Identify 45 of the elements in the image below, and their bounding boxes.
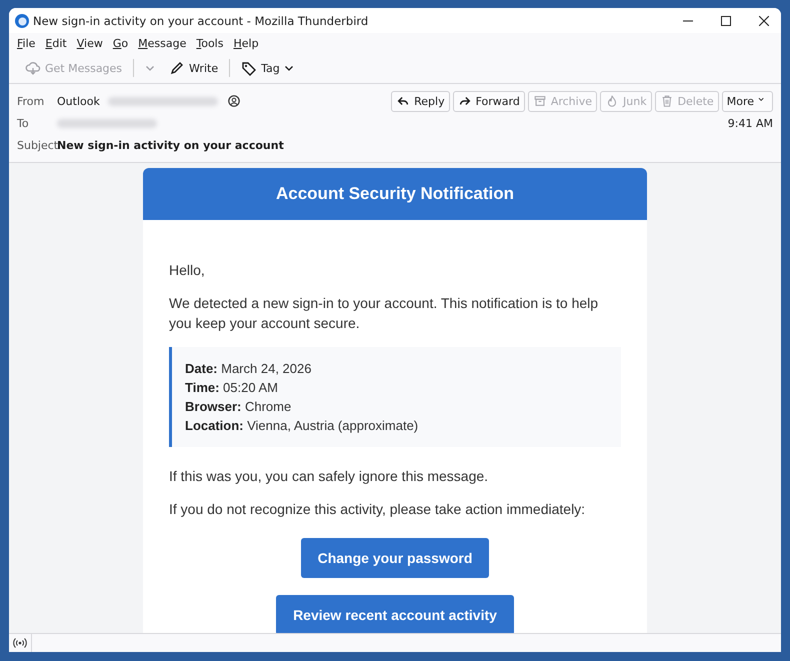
field-label: From xyxy=(17,94,46,108)
reply-icon xyxy=(396,94,410,108)
field-label: Subject xyxy=(17,138,57,152)
pencil-icon xyxy=(169,60,186,76)
menu-item[interactable]: File xyxy=(12,36,40,50)
field-label: To xyxy=(17,116,30,130)
menu-item[interactable]: Help xyxy=(228,36,264,50)
cloud-icon xyxy=(25,60,41,76)
close-icon[interactable] xyxy=(759,16,769,26)
forward-icon xyxy=(458,94,472,108)
detail-line: Time: 05:20 AM xyxy=(185,379,279,397)
menu-item[interactable]: Message xyxy=(133,36,192,50)
archive-icon xyxy=(532,94,547,108)
subject-text: New sign-in activity on your account xyxy=(57,138,284,152)
caret-icon xyxy=(284,63,294,73)
detail-line: Browser: Chrome xyxy=(185,398,292,416)
contact-icon[interactable] xyxy=(228,95,240,107)
action-button[interactable]: Change your password xyxy=(300,538,490,578)
menu-item[interactable]: View xyxy=(72,36,108,50)
maximize-icon[interactable] xyxy=(721,16,731,26)
toolbar-button[interactable]: Tag xyxy=(236,57,299,79)
toolbar-button[interactable]: Write xyxy=(164,57,224,79)
greeting-text: Hello, xyxy=(169,261,206,280)
action-toolbar-button[interactable]: Reply xyxy=(391,90,450,112)
detail-line: Date: March 24, 2026 xyxy=(185,360,312,378)
signal-icon xyxy=(13,637,27,649)
caret-icon xyxy=(145,63,156,73)
intro-paragraph: We detected a new sign-in to your account. This notification is to help you keep your account secure. xyxy=(169,294,600,333)
notice-text: If this was you, you can safely ignore this message. xyxy=(169,467,490,486)
app-logo-icon xyxy=(14,12,30,28)
detail-line: Location: Vienna, Austria (approximate) xyxy=(185,417,420,435)
flame-icon xyxy=(605,94,619,108)
email-banner-title: Account Security Notification xyxy=(143,168,647,220)
notice-text: If you do not recognize this activity, please take action immediately: xyxy=(169,500,586,519)
more-button[interactable]: More xyxy=(722,90,773,112)
message-time: 9:41 AM xyxy=(728,116,773,130)
menu-item[interactable]: Tools xyxy=(191,36,228,50)
menu-item[interactable]: Edit xyxy=(40,36,72,50)
menu-item[interactable]: Go xyxy=(108,36,134,50)
tag-icon xyxy=(241,60,258,76)
window-title: New sign-in activity on your account - Mozilla Thunderbird xyxy=(33,14,370,28)
trash-icon xyxy=(660,94,674,108)
sender-name: Outlook xyxy=(57,94,100,108)
action-button[interactable]: Review recent account activity xyxy=(276,595,514,633)
action-toolbar-button[interactable]: Forward xyxy=(452,90,525,112)
